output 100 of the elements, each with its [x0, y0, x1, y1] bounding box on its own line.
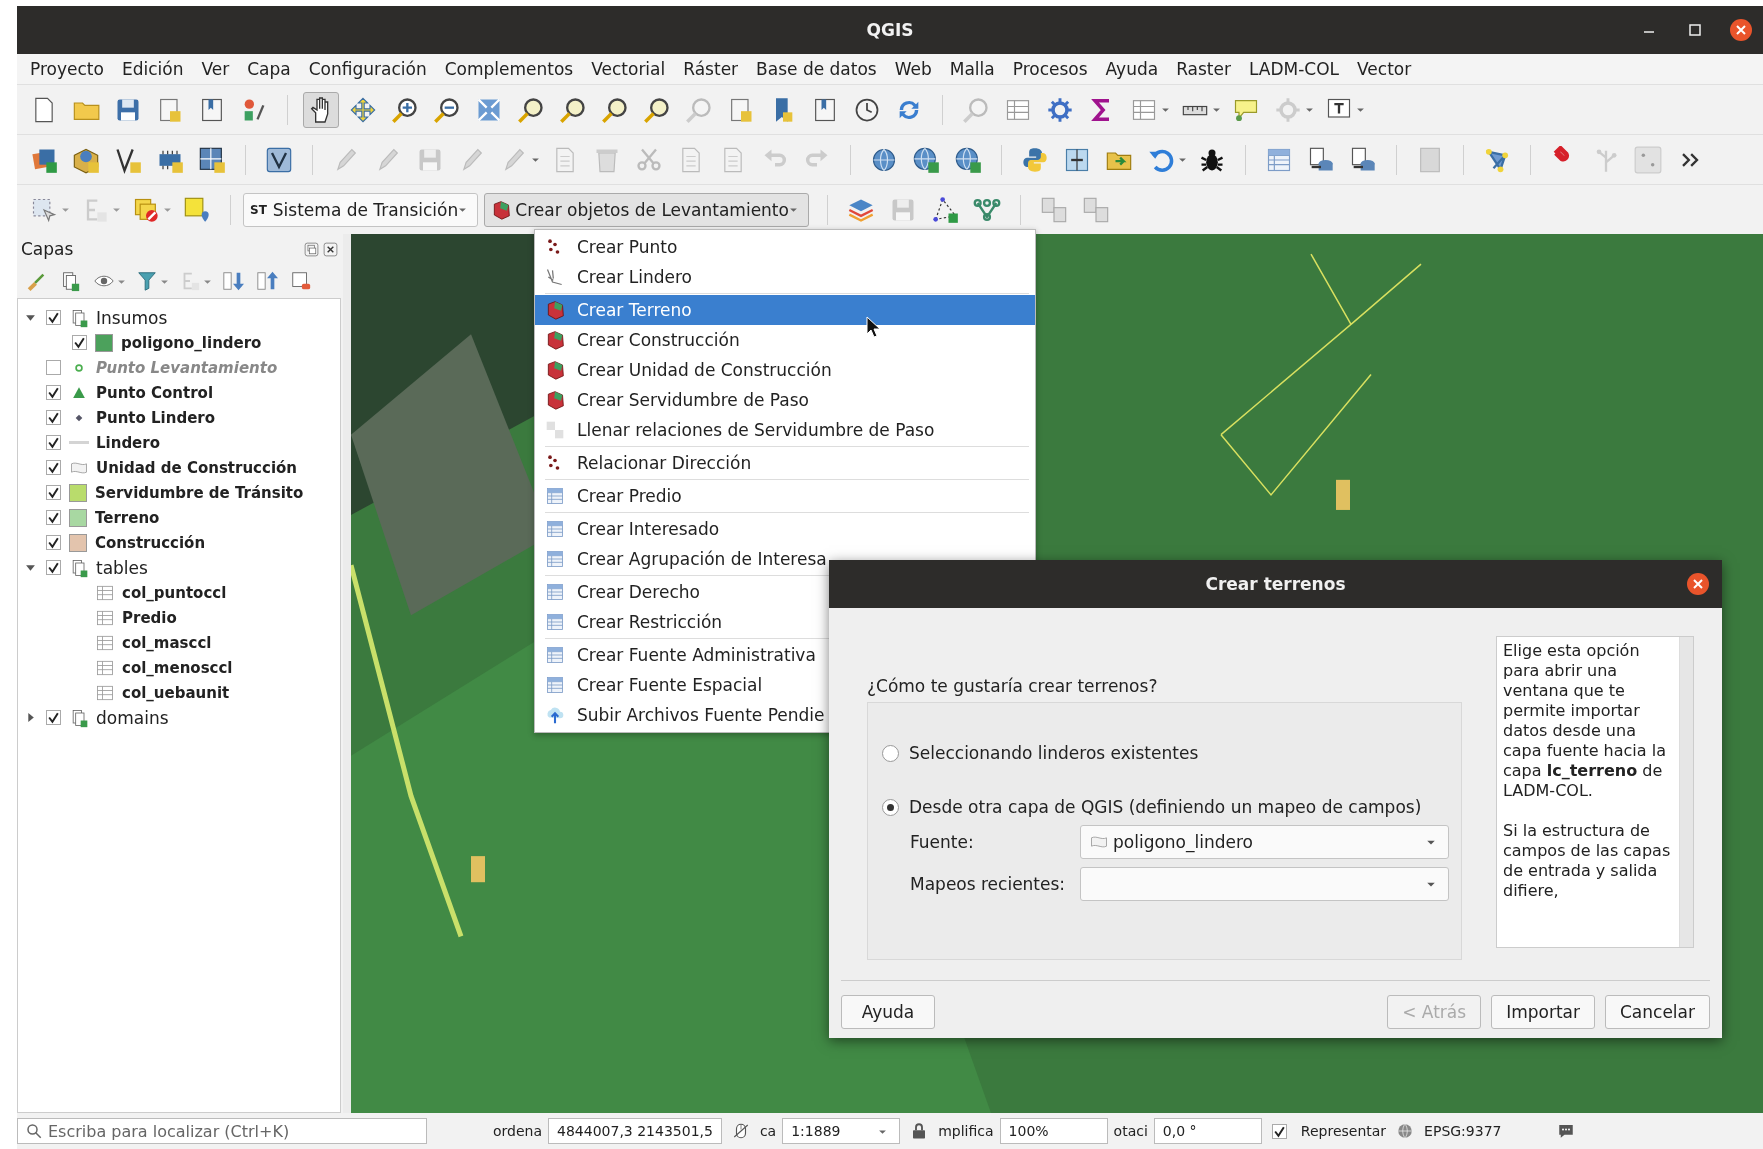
layer-checkbox[interactable] [46, 435, 61, 450]
scrollbar[interactable] [1679, 637, 1693, 947]
menu-item[interactable]: Capa [238, 59, 300, 79]
toolbar-dropdown[interactable]: Crear objetos de Levantamiento [484, 192, 809, 227]
layer-checkbox[interactable] [46, 485, 61, 500]
zoom-in-icon[interactable] [391, 95, 419, 124]
menu-item[interactable]: Crear Terreno [535, 295, 1035, 325]
locator-search-field[interactable]: Escriba para localizar (Ctrl+K) [17, 1118, 427, 1144]
caret-icon[interactable] [163, 205, 172, 214]
database-icon[interactable] [1349, 145, 1377, 174]
menu-item[interactable]: Vector [1348, 59, 1421, 79]
layer-name[interactable]: col_uebaunit [122, 683, 230, 702]
layer-checkbox[interactable] [46, 360, 61, 375]
magnifier-icon[interactable] [517, 95, 545, 124]
crs-label[interactable]: EPSG:9377 [1424, 1123, 1502, 1139]
layer-name[interactable]: poligono_lindero [121, 333, 262, 352]
magnifier-icon[interactable] [559, 95, 587, 124]
layer-name[interactable]: Punto Levantamiento [96, 358, 278, 377]
layer-checkbox[interactable] [46, 535, 61, 550]
filter-icon[interactable] [136, 270, 158, 292]
layer-name[interactable]: Construcción [95, 533, 206, 552]
vertex-icon[interactable] [265, 145, 293, 174]
menu-item[interactable]: Relacionar Dirección [535, 448, 1035, 478]
layer-checkbox[interactable] [46, 310, 61, 325]
expand-arrow-icon[interactable] [24, 312, 36, 323]
layer-name[interactable]: Unidad de Construcción [96, 458, 298, 477]
pan-hand-icon[interactable] [303, 91, 339, 128]
move-down-icon[interactable] [222, 270, 244, 292]
dropdown-field[interactable] [1080, 867, 1449, 901]
magnifier-icon[interactable] [643, 95, 671, 124]
scale-field[interactable]: 1:1889 [782, 1118, 901, 1144]
layer-name[interactable]: col_puntoccl [122, 583, 227, 602]
python-icon[interactable] [1021, 145, 1049, 174]
menu-item[interactable]: Llenar relaciones de Servidumbre de Paso [535, 415, 1035, 445]
dialog-button[interactable]: Ayuda [841, 995, 935, 1029]
dialog-button[interactable]: Cancelar [1605, 995, 1710, 1029]
toolbar-dropdown[interactable]: ST Sistema de Transición [243, 192, 479, 227]
caret-icon[interactable] [61, 205, 70, 214]
menu-item[interactable]: Raster [1167, 59, 1240, 79]
pan-arrows-icon[interactable] [349, 95, 377, 124]
layer-name[interactable]: Punto Lindero [96, 408, 216, 427]
layer-name[interactable]: Terreno [95, 508, 160, 527]
grid-icon[interactable] [198, 145, 226, 174]
dots-icon[interactable] [1634, 145, 1662, 174]
dialog-button[interactable]: Importar [1491, 995, 1595, 1029]
menu-item[interactable]: Crear Lindero [535, 262, 1035, 292]
layer-name[interactable]: Lindero [96, 433, 160, 452]
coordinate-field[interactable]: 4844007,3 2143501,5 [548, 1118, 722, 1144]
menu-item[interactable]: Crear Interesado [535, 514, 1035, 544]
option-label[interactable]: Desde otra capa de QGIS (definiendo un mapeo de campos) [909, 797, 1422, 817]
messages-icon[interactable] [1557, 1122, 1576, 1140]
menu-item[interactable]: Ayuda [1096, 59, 1168, 79]
select-location-icon[interactable] [183, 195, 211, 224]
render-checkbox[interactable] [1271, 1123, 1287, 1139]
menu-item[interactable]: Crear Punto [535, 232, 1035, 262]
expand-arrow-icon[interactable] [24, 562, 36, 573]
layer-checkbox[interactable] [46, 460, 61, 475]
caret-icon[interactable] [1161, 105, 1170, 114]
layer-name[interactable]: Insumos [96, 307, 168, 328]
magnifier-icon[interactable] [601, 95, 629, 124]
menu-item[interactable]: Crear Unidad de Construcción [535, 355, 1035, 385]
menu-item[interactable]: Proyecto [21, 59, 113, 79]
radio-button[interactable] [882, 798, 899, 816]
layer-name[interactable]: Predio [122, 608, 177, 627]
caret-icon[interactable] [1178, 155, 1187, 164]
menu-item[interactable]: Complementos [435, 59, 583, 79]
globe-icon[interactable] [912, 145, 940, 174]
menu-item[interactable]: Crear Construcción [535, 325, 1035, 355]
mouse-icon[interactable] [731, 1122, 750, 1140]
caret-icon[interactable] [112, 205, 121, 214]
menu-item[interactable]: Base de datos [747, 59, 886, 79]
layer-checkbox[interactable] [46, 510, 61, 525]
layer-checkbox[interactable] [46, 385, 61, 400]
menu-item[interactable]: Ráster [674, 59, 748, 79]
layer-name[interactable]: col_menosccl [122, 658, 233, 677]
add-vertex-icon[interactable] [930, 195, 959, 224]
remove-icon[interactable] [290, 270, 312, 292]
caret-icon[interactable] [1356, 105, 1365, 114]
layer-checkbox[interactable] [72, 335, 87, 350]
database-icon[interactable] [1307, 145, 1335, 174]
layer-checkbox[interactable] [46, 410, 61, 425]
menu-item[interactable]: Procesos [1003, 59, 1097, 79]
magnifier-field[interactable]: 100% [999, 1118, 1108, 1144]
move-up-icon[interactable] [256, 270, 278, 292]
dropdown-field[interactable]: poligono_lindero [1080, 825, 1449, 859]
layer-name[interactable]: col_masccl [122, 633, 212, 652]
close-icon[interactable] [1686, 572, 1710, 596]
layer-name[interactable]: tables [96, 557, 148, 578]
rotation-field[interactable]: 0,0 ° [1153, 1118, 1262, 1144]
menu-item[interactable]: Configuración [299, 59, 436, 79]
gear-icon[interactable] [1046, 95, 1074, 124]
layer-checkbox[interactable] [46, 560, 61, 575]
layer-name[interactable]: Servidumbre de Tránsito [95, 483, 304, 502]
option-label[interactable]: Seleccionando linderos existentes [909, 743, 1199, 763]
menu-item[interactable]: Web [885, 59, 941, 79]
menu-item[interactable]: Crear Servidumbre de Paso [535, 385, 1035, 415]
render-label[interactable]: Representar [1300, 1123, 1387, 1139]
menu-item[interactable]: LADM-COL [1239, 59, 1349, 79]
close-icon[interactable] [1729, 18, 1753, 42]
layer-name[interactable]: Punto Control [96, 383, 214, 402]
